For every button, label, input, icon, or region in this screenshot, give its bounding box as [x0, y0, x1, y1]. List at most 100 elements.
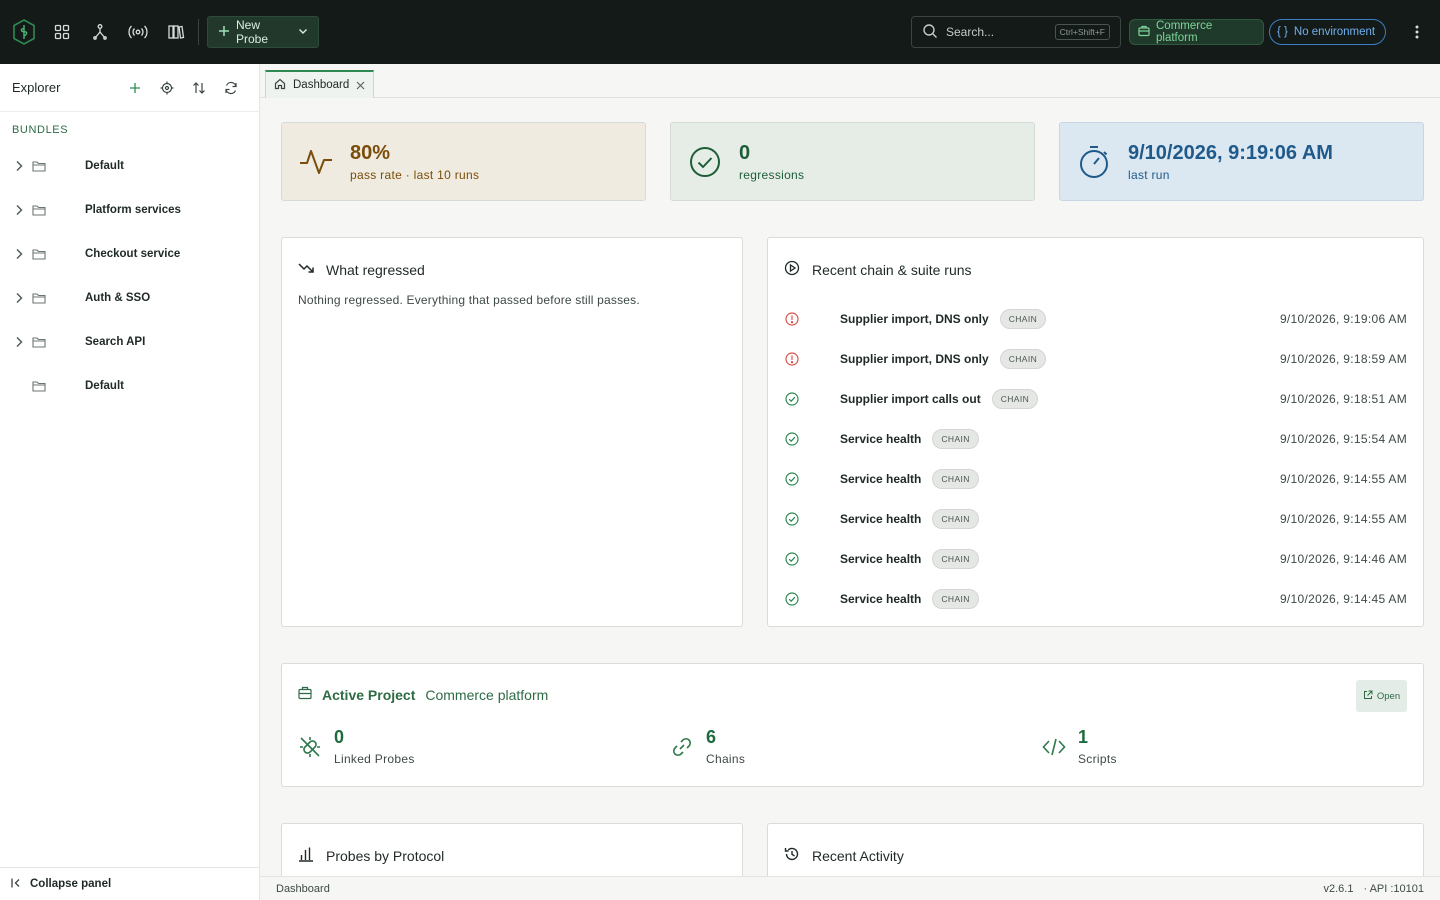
explorer-title: Explorer	[12, 80, 61, 95]
open-project-button[interactable]: Open	[1356, 680, 1407, 712]
bundle-name: Default	[85, 160, 124, 172]
locate-target-icon[interactable]	[151, 74, 183, 102]
stopwatch-icon	[1076, 144, 1112, 180]
last-run-value: 9/10/2026, 9:19:06 AM	[1128, 141, 1333, 164]
run-timestamp: 9/10/2026, 9:18:51 AM	[1279, 392, 1407, 406]
run-name: Service health	[840, 512, 922, 526]
more-menu-icon[interactable]	[1410, 20, 1424, 44]
environment-selector[interactable]: { } No environment	[1269, 19, 1386, 45]
bundle-name: Platform services	[85, 204, 181, 216]
run-kind-badge: CHAIN	[932, 509, 979, 529]
run-kind-badge: CHAIN	[991, 389, 1039, 409]
dashboard-grid-icon[interactable]	[50, 20, 74, 44]
new-probe-label: New Probe	[236, 18, 269, 46]
regressions-label: regressions	[739, 167, 805, 182]
api-port: · API :10101	[1363, 882, 1424, 895]
run-row[interactable]: Supplier import, DNS only CHAIN 9/10/202…	[784, 299, 1407, 339]
run-name: Service health	[840, 432, 922, 446]
bundles-section-label: BUNDLES	[12, 124, 69, 136]
bundle-item[interactable]: Platform services	[0, 188, 259, 232]
explorer-sidebar: Explorer BUNDLES Default Platform servic…	[0, 64, 260, 900]
metric-label: Chains	[706, 752, 746, 766]
metric-scripts[interactable]: 1 Scripts	[1042, 727, 1117, 766]
run-timestamp: 9/10/2026, 9:15:54 AM	[1279, 432, 1407, 446]
new-probe-button[interactable]: New Probe	[207, 16, 319, 48]
top-bar: New Probe Search... Ctrl+Shift+F Commerc…	[0, 0, 1440, 64]
run-row[interactable]: Service health CHAIN 9/10/2026, 9:14:46 …	[784, 539, 1407, 579]
success-status-icon	[784, 592, 800, 606]
play-circle-icon	[784, 260, 800, 279]
success-status-icon	[784, 392, 800, 406]
run-row[interactable]: Service health CHAIN 9/10/2026, 9:15:54 …	[784, 419, 1407, 459]
metric-value: 1	[1078, 727, 1089, 747]
braces-icon: { }	[1277, 26, 1288, 38]
run-row[interactable]: Supplier import calls out CHAIN 9/10/202…	[784, 379, 1407, 419]
run-name: Supplier import calls out	[840, 392, 981, 406]
run-kind-badge: CHAIN	[999, 309, 1047, 329]
run-timestamp: 9/10/2026, 9:19:06 AM	[1279, 312, 1407, 326]
bundle-name: Default	[85, 380, 124, 392]
run-name: Service health	[840, 552, 922, 566]
broadcast-icon[interactable]	[126, 20, 150, 44]
chevron-right-icon[interactable]	[12, 248, 26, 260]
collapse-panel-button[interactable]: Collapse panel	[0, 867, 259, 900]
tab-dashboard[interactable]: Dashboard	[265, 70, 374, 98]
briefcase-icon	[1138, 25, 1150, 40]
metric-label: Linked Probes	[334, 752, 415, 766]
project-selector[interactable]: Commerce platform	[1129, 19, 1264, 45]
run-timestamp: 9/10/2026, 9:14:46 AM	[1279, 552, 1407, 566]
sort-icon[interactable]	[183, 74, 215, 102]
tab-label: Dashboard	[293, 79, 350, 91]
unlink-icon	[298, 736, 322, 758]
chain-fork-icon[interactable]	[88, 20, 112, 44]
regressions-value: 0	[739, 141, 751, 164]
open-project-label: Open	[1376, 690, 1401, 702]
what-regressed-title: What regressed	[326, 261, 425, 278]
run-row[interactable]: Service health CHAIN 9/10/2026, 9:14:55 …	[784, 459, 1407, 499]
bundle-item[interactable]: Default	[0, 364, 259, 408]
run-kind-badge: CHAIN	[932, 469, 979, 489]
link-icon	[670, 736, 694, 758]
success-status-icon	[784, 472, 800, 486]
app-logo-icon[interactable]	[12, 18, 36, 46]
what-regressed-card: What regressed Nothing regressed. Everyt…	[281, 237, 743, 627]
search-placeholder: Search...	[946, 25, 995, 39]
chevron-right-icon[interactable]	[12, 160, 26, 172]
run-timestamp: 9/10/2026, 9:14:55 AM	[1279, 512, 1407, 526]
chevron-right-icon[interactable]	[12, 336, 26, 348]
run-row[interactable]: Supplier import, DNS only CHAIN 9/10/202…	[784, 339, 1407, 379]
metric-chains[interactable]: 6 Chains	[670, 727, 745, 766]
run-timestamp: 9/10/2026, 9:14:45 AM	[1279, 592, 1407, 606]
metric-label: Scripts	[1078, 752, 1117, 766]
global-search-input[interactable]: Search... Ctrl+Shift+F	[911, 16, 1121, 48]
recent-runs-card: Recent chain & suite runs Supplier impor…	[767, 237, 1424, 627]
library-books-icon[interactable]	[164, 20, 188, 44]
bundle-item[interactable]: Auth & SSO	[0, 276, 259, 320]
refresh-icon[interactable]	[215, 74, 247, 102]
collapse-panel-label: Collapse panel	[30, 878, 112, 890]
folder-icon	[32, 204, 48, 216]
bar-chart-icon	[298, 846, 314, 865]
chevron-right-icon[interactable]	[12, 292, 26, 304]
collapse-left-icon	[10, 877, 22, 892]
chevron-down-icon	[298, 25, 308, 39]
active-project-name: Commerce platform	[425, 686, 549, 703]
bundle-item[interactable]: Search API	[0, 320, 259, 364]
chevron-right-icon[interactable]	[12, 204, 26, 216]
run-row[interactable]: Service health CHAIN 9/10/2026, 9:14:55 …	[784, 499, 1407, 539]
run-row[interactable]: Service health CHAIN 9/10/2026, 9:14:45 …	[784, 579, 1407, 619]
plus-icon	[218, 25, 230, 40]
metric-linked-probes[interactable]: 0 Linked Probes	[298, 727, 415, 766]
probes-by-protocol-title: Probes by Protocol	[326, 847, 445, 864]
trend-down-icon	[298, 260, 314, 279]
regressions-card: 0 regressions	[670, 122, 1035, 201]
briefcase-icon	[298, 686, 312, 703]
explorer-header: Explorer	[0, 64, 259, 112]
bundle-item[interactable]: Checkout service	[0, 232, 259, 276]
add-bundle-icon[interactable]	[119, 74, 151, 102]
bundle-item[interactable]: Default	[0, 144, 259, 188]
error-status-icon	[784, 352, 800, 366]
code-icon	[1042, 736, 1066, 758]
external-link-icon	[1363, 690, 1373, 703]
close-tab-icon[interactable]	[356, 78, 365, 93]
